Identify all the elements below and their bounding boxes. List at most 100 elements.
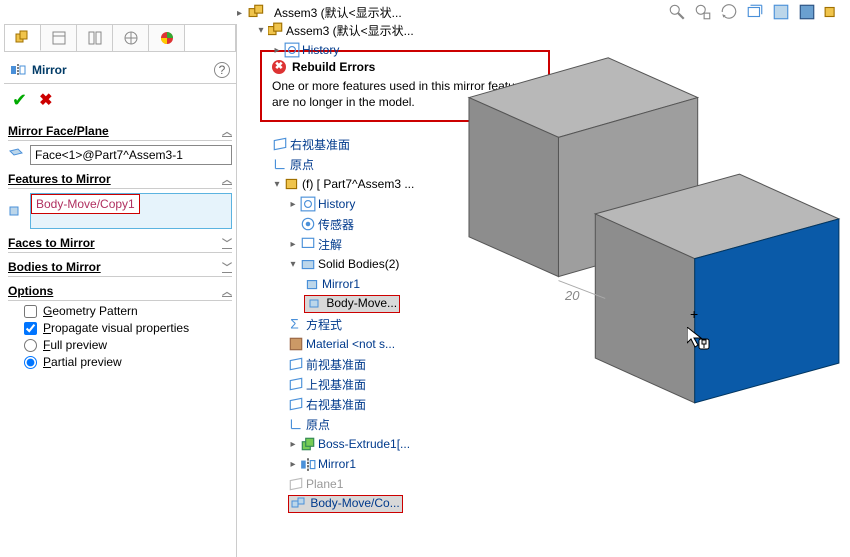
feature-tree[interactable]: ▾ Assem3 (默认<显示状... ▸ History 右视基准面 原点 ▾ (f…	[256, 20, 466, 557]
tree-root[interactable]: Assem3 (默认<显示状...	[286, 22, 414, 39]
section-bodies-to-mirror[interactable]: Bodies to Mirror﹀	[8, 257, 232, 277]
full-preview-label: Full preview	[43, 338, 107, 352]
origin-icon	[288, 416, 304, 432]
panel-title: Mirror	[32, 63, 67, 77]
chevron-up-icon: ︿	[222, 171, 232, 186]
tree-mirror1-feature[interactable]: Mirror1	[318, 457, 356, 471]
expand-icon[interactable]: ▸	[272, 45, 282, 56]
chevron-up-icon: ︿	[222, 283, 232, 298]
propagate-label: Propagate visual properties	[43, 321, 189, 335]
expand-icon[interactable]: ▸	[288, 199, 298, 210]
panel-tabs	[4, 24, 236, 52]
body-icon	[304, 276, 320, 292]
collapse-panel-icon[interactable]: ▸	[237, 8, 242, 19]
expand-icon[interactable]: ▸	[288, 439, 298, 450]
section-faces-to-mirror[interactable]: Faces to Mirror﹀	[8, 233, 232, 253]
plane-icon	[288, 396, 304, 412]
mirror-face-value: Face<1>@Part7^Assem3-1	[35, 148, 183, 162]
cancel-button[interactable]: ✖	[39, 90, 52, 111]
tree-front-plane[interactable]: 前视基准面	[306, 356, 366, 373]
tree-origin[interactable]: 原点	[290, 156, 314, 173]
collapse-icon[interactable]: ▾	[288, 259, 298, 270]
tab-property-mgr[interactable]	[41, 25, 77, 51]
features-list[interactable]: Body-Move/Copy1	[30, 193, 232, 229]
chevron-down-icon: ﹀	[222, 235, 232, 250]
expand-icon[interactable]: ▸	[288, 239, 298, 250]
history-icon	[284, 42, 300, 58]
tree-right-plane[interactable]: 右视基准面	[306, 396, 366, 413]
face-icon	[8, 147, 26, 163]
appearance-icon[interactable]	[798, 3, 816, 21]
help-icon[interactable]: ?	[214, 62, 230, 78]
collapse-icon[interactable]: ▾	[272, 179, 282, 190]
part-icon	[284, 176, 300, 192]
plane-icon	[288, 376, 304, 392]
tree-history[interactable]: History	[302, 43, 339, 57]
partial-preview-radio[interactable]	[24, 356, 37, 369]
graphics-viewport[interactable]	[440, 20, 850, 557]
body-icon	[307, 296, 323, 312]
mirror-icon	[300, 456, 316, 472]
plane-icon	[288, 476, 304, 492]
tree-plane1[interactable]: Plane1	[306, 477, 343, 491]
move-copy-icon	[291, 496, 307, 512]
partial-preview-label: Partial preview	[43, 355, 122, 369]
crosshair-icon: +	[690, 306, 698, 322]
display-style-icon[interactable]	[746, 3, 764, 21]
svg-text:Σ: Σ	[290, 317, 298, 332]
tree-origin-part[interactable]: 原点	[306, 416, 330, 433]
tree-body-move-selected[interactable]: Body-Move...	[304, 295, 400, 313]
hide-show-icon[interactable]	[772, 3, 790, 21]
solid-body-front	[595, 174, 839, 403]
assembly-icon	[248, 3, 266, 21]
tree-material[interactable]: Material <not s...	[306, 337, 395, 351]
tab-display-mgr[interactable]	[149, 25, 185, 51]
zoom-fit-icon[interactable]	[668, 3, 686, 21]
tree-top-plane[interactable]: 上视基准面	[306, 376, 366, 393]
feature-item-body-move-copy[interactable]: Body-Move/Copy1	[31, 194, 140, 214]
full-preview-radio[interactable]	[24, 339, 37, 352]
mirror-face-field[interactable]: Face<1>@Part7^Assem3-1	[30, 145, 232, 165]
geometry-pattern-label: Geometry Pattern	[43, 304, 138, 318]
expand-icon[interactable]: ▸	[288, 459, 298, 470]
ok-button[interactable]: ✔	[12, 90, 27, 111]
tab-dimxpert[interactable]	[113, 25, 149, 51]
plane-icon	[272, 136, 288, 152]
mouse-cursor	[687, 327, 711, 351]
section-mirror-face[interactable]: Mirror Face/Plane︿	[8, 121, 232, 141]
section-features[interactable]: Features to Mirror︿	[8, 169, 232, 189]
property-panel: Mirror ? ✔ ✖ Mirror Face/Plane︿ Face<1>@…	[4, 24, 237, 557]
dimension-label: 20	[565, 288, 579, 303]
chevron-up-icon: ︿	[222, 123, 232, 138]
geometry-pattern-checkbox[interactable]	[24, 305, 37, 318]
tree-part[interactable]: (f) [ Part7^Assem3 ...	[302, 177, 414, 191]
top-title: Assem3 (默认<显示状...	[274, 4, 402, 21]
features-icon	[8, 203, 26, 219]
tree-mirror1-body[interactable]: Mirror1	[322, 277, 360, 291]
tree-equations[interactable]: 方程式	[306, 316, 342, 333]
rotate-view-icon[interactable]	[720, 3, 738, 21]
tree-right-plane[interactable]: 右视基准面	[290, 136, 350, 153]
plane-icon	[288, 356, 304, 372]
zoom-window-icon[interactable]	[694, 3, 712, 21]
propagate-checkbox[interactable]	[24, 322, 37, 335]
solid-bodies-icon	[300, 256, 316, 272]
tree-boss-extrude[interactable]: Boss-Extrude1[...	[318, 437, 410, 451]
collapse-icon[interactable]: ▾	[256, 25, 266, 36]
history-icon	[300, 196, 316, 212]
tab-feature-tree[interactable]	[5, 25, 41, 51]
tree-sensors[interactable]: 传感器	[318, 216, 354, 233]
tab-config-mgr[interactable]	[77, 25, 113, 51]
extrude-icon	[300, 436, 316, 452]
tree-part-history[interactable]: History	[318, 197, 355, 211]
chevron-down-icon: ﹀	[222, 259, 232, 274]
tree-body-move-copy-selected[interactable]: Body-Move/Co...	[288, 495, 403, 513]
scene-icon[interactable]	[824, 3, 842, 21]
origin-icon	[272, 156, 288, 172]
annotations-icon	[300, 236, 316, 252]
tree-annotations[interactable]: 注解	[318, 236, 342, 253]
tree-solid-bodies[interactable]: Solid Bodies(2)	[318, 257, 399, 271]
mirror-icon	[10, 62, 26, 78]
section-options[interactable]: Options︿	[8, 281, 232, 301]
equations-icon: Σ	[288, 316, 304, 332]
